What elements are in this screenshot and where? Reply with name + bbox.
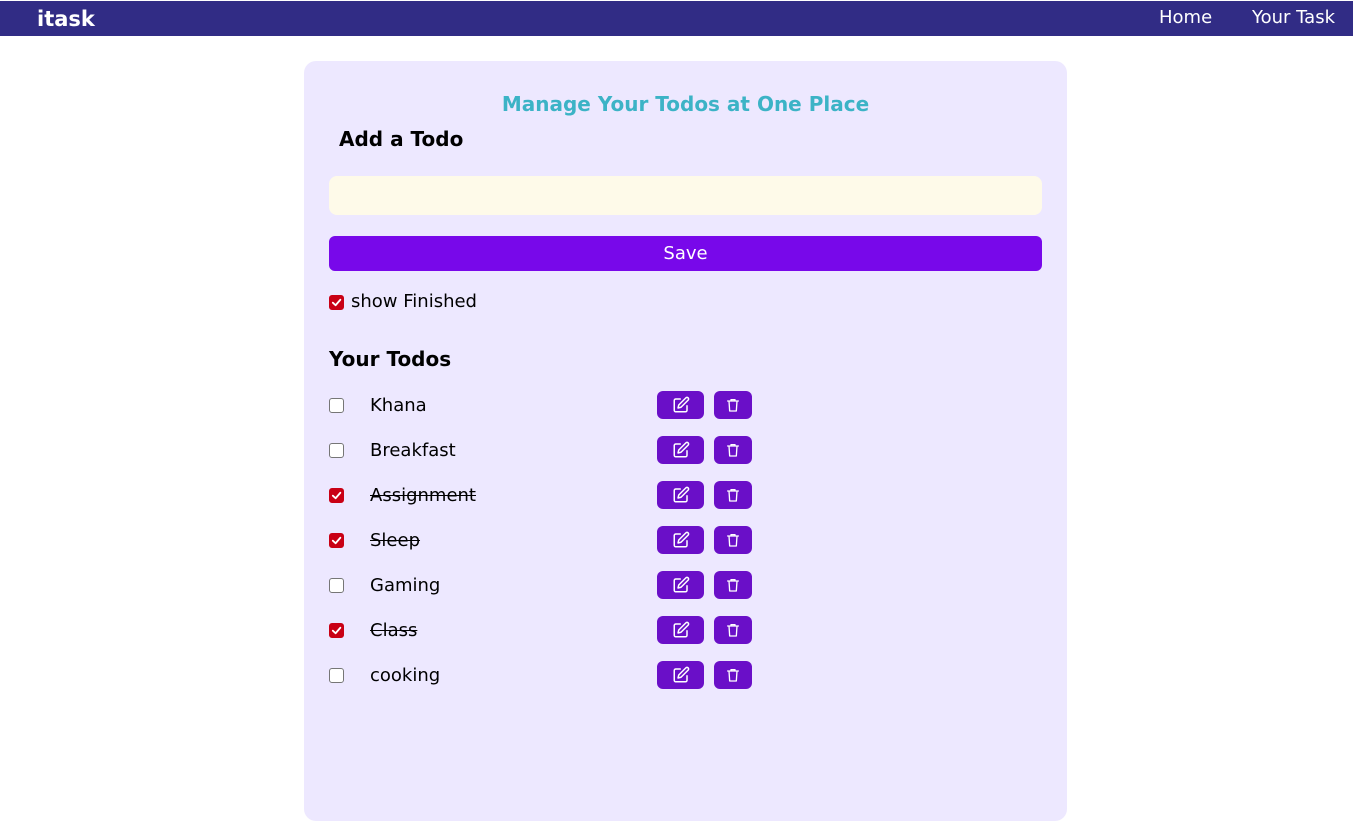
todo-card: Manage Your Todos at One Place Add a Tod…	[304, 61, 1067, 821]
trash-icon	[727, 489, 739, 502]
check-icon	[331, 626, 342, 635]
your-todos-heading: Your Todos	[329, 347, 452, 371]
todo-checkbox[interactable]	[329, 533, 344, 548]
trash-icon	[727, 399, 739, 412]
show-finished-label: show Finished	[351, 291, 477, 312]
trash-icon	[727, 669, 739, 682]
todo-text: Breakfast	[370, 440, 456, 461]
check-icon	[331, 491, 342, 500]
delete-button[interactable]	[714, 661, 752, 689]
add-todo-heading: Add a Todo	[339, 127, 464, 151]
edit-icon	[673, 666, 689, 683]
todo-text: Assignment	[370, 485, 476, 506]
todo-item: Assignment	[329, 481, 759, 509]
show-finished-checkbox[interactable]	[329, 294, 344, 310]
delete-button[interactable]	[714, 391, 752, 419]
todo-item: cooking	[329, 661, 759, 689]
todo-text: Sleep	[370, 530, 421, 551]
save-button[interactable]: Save	[329, 236, 1042, 271]
todo-text: Khana	[370, 395, 427, 416]
navbar: itask Home Your Task	[0, 1, 1353, 36]
todo-text: Class	[370, 620, 418, 641]
edit-icon	[673, 621, 689, 638]
edit-icon	[673, 396, 689, 413]
nav-your-task-link[interactable]: Your Task	[1252, 5, 1335, 31]
delete-button[interactable]	[714, 571, 752, 599]
delete-button[interactable]	[714, 526, 752, 554]
edit-icon	[673, 486, 689, 503]
delete-button[interactable]	[714, 481, 752, 509]
todo-text: cooking	[370, 665, 441, 686]
trash-icon	[727, 579, 739, 592]
trash-icon	[727, 444, 739, 457]
todo-checkbox[interactable]	[329, 578, 344, 593]
todo-input[interactable]	[329, 176, 1042, 215]
edit-icon	[673, 576, 689, 593]
edit-button[interactable]	[657, 481, 704, 509]
edit-icon	[673, 531, 689, 548]
todo-text: Gaming	[370, 575, 441, 596]
trash-icon	[727, 624, 739, 637]
edit-icon	[673, 441, 689, 458]
edit-button[interactable]	[657, 571, 704, 599]
todo-item: Breakfast	[329, 436, 759, 464]
trash-icon	[727, 534, 739, 547]
edit-button[interactable]	[657, 391, 704, 419]
nav-home-link[interactable]: Home	[1159, 5, 1212, 31]
todo-checkbox[interactable]	[329, 488, 344, 503]
check-icon	[331, 536, 342, 545]
todo-item: Khana	[329, 391, 759, 419]
edit-button[interactable]	[657, 436, 704, 464]
edit-button[interactable]	[657, 661, 704, 689]
brand-logo[interactable]: itask	[37, 5, 95, 33]
delete-button[interactable]	[714, 436, 752, 464]
delete-button[interactable]	[714, 616, 752, 644]
edit-button[interactable]	[657, 616, 704, 644]
todo-checkbox[interactable]	[329, 623, 344, 638]
edit-button[interactable]	[657, 526, 704, 554]
todo-item: Gaming	[329, 571, 759, 599]
show-finished-toggle[interactable]: show Finished	[329, 289, 477, 315]
check-icon	[331, 298, 342, 306]
todo-checkbox[interactable]	[329, 443, 344, 458]
page-headline: Manage Your Todos at One Place	[501, 92, 870, 116]
todo-checkbox[interactable]	[329, 668, 344, 683]
todo-item: Class	[329, 616, 759, 644]
todo-item: Sleep	[329, 526, 759, 554]
todo-checkbox[interactable]	[329, 398, 344, 413]
